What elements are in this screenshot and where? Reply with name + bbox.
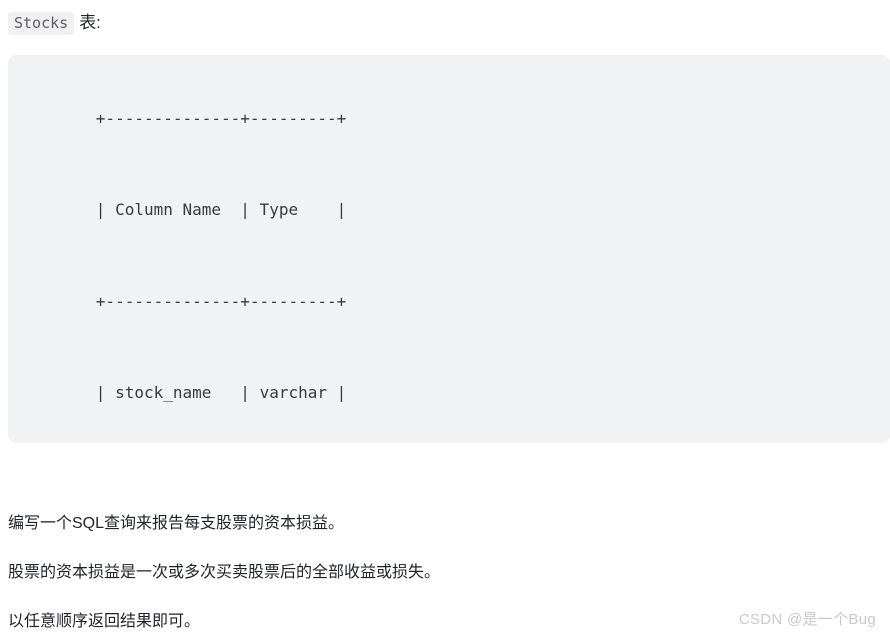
table-header-text: | Column Name | Type |: [95, 200, 347, 219]
ascii-border-line: +--------------+---------+: [95, 108, 347, 128]
table-header-row: | Column Name | Type |: [8, 165, 890, 257]
page-root: Stocks 表: +--------------+---------+ | Co…: [0, 0, 890, 637]
table-row: | operation | enum |: [8, 439, 890, 443]
page-title-suffix: 表:: [79, 13, 101, 32]
table-border-mid: +--------------+---------+: [8, 256, 890, 348]
ascii-border-line: +--------------+---------+: [95, 291, 347, 311]
table-border-top: +--------------+---------+: [8, 73, 890, 165]
page-title: Stocks 表:: [8, 10, 101, 37]
column-type-cell: | varchar |: [240, 383, 347, 402]
schema-code-block: +--------------+---------+ | Column Name…: [8, 55, 890, 443]
ordering-note-paragraph: 以任意顺序返回结果即可。: [8, 613, 201, 630]
table-row: | stock_name | varchar |: [8, 348, 890, 440]
table-name-code: Stocks: [8, 12, 75, 35]
column-name-cell: | stock_name: [95, 383, 241, 402]
problem-statement-paragraph: 编写一个SQL查询来报告每支股票的资本损益。: [8, 515, 345, 532]
definition-paragraph: 股票的资本损益是一次或多次买卖股票后的全部收益或损失。: [8, 564, 441, 581]
csdn-watermark: CSDN @是一个Bug: [738, 611, 876, 628]
